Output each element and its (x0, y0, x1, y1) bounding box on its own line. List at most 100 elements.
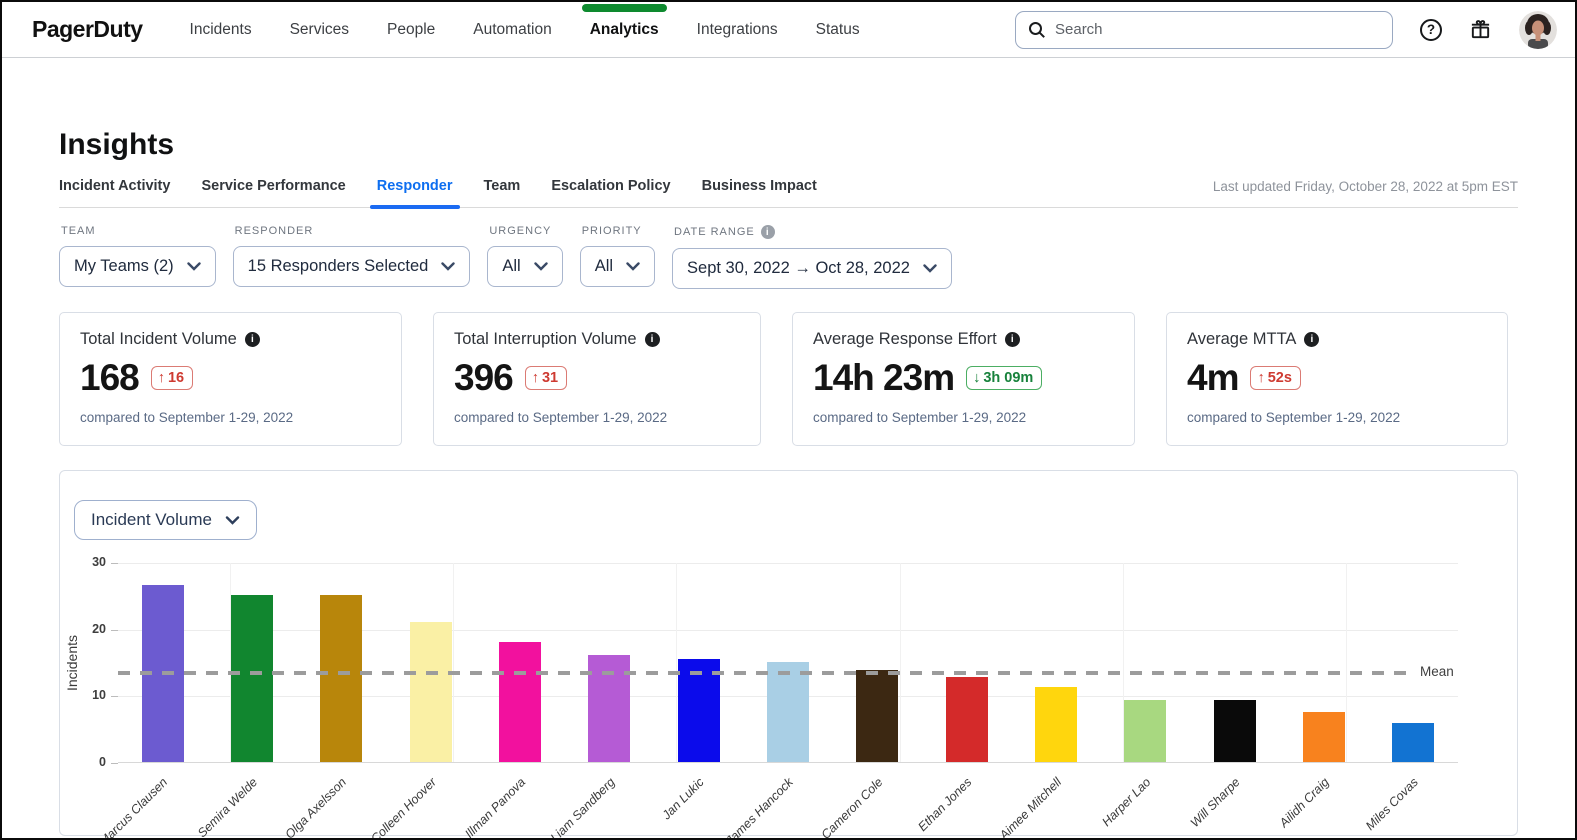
info-icon[interactable]: i (760, 225, 775, 239)
filter-button-team[interactable]: My Teams (2) (59, 246, 216, 287)
delta-badge: ↑ 31 (524, 365, 568, 390)
x-axis-label-cameron-cole: Cameron Cole (818, 775, 886, 840)
chart-bar-james-hancock[interactable] (767, 662, 809, 762)
pagerduty-logo[interactable]: PagerDuty (32, 16, 143, 43)
x-axis-label-semira-welde: Semira Welde (194, 775, 260, 840)
insights-tabs: Incident Activity Service Performance Re… (59, 178, 1518, 209)
chart-bar-ethan-jones[interactable] (945, 677, 988, 762)
filter-group-responder: RESPONDER 15 Responders Selected (232, 225, 471, 289)
delta-value: 3h 09m (983, 369, 1034, 386)
metric-title: Average Response Effort i (813, 330, 1114, 349)
delta-value: 31 (541, 369, 559, 386)
app-window: PagerDuty Incidents Services People Auto… (0, 0, 1577, 840)
chart-bar-ailidh-craig[interactable] (1303, 712, 1345, 762)
filter-button-urgency[interactable]: All (487, 246, 563, 287)
x-axis-label-ailidh-craig: Ailidh Craig (1276, 775, 1332, 831)
delta-badge: ↑ 52s (1250, 365, 1301, 390)
delta-badge: ↑ 16 (150, 365, 194, 390)
chart-bar-harper-lao[interactable] (1124, 700, 1167, 762)
y-axis-tick-label: 20 (92, 621, 106, 636)
filter-button-date-range[interactable]: Sept 30, 2022 → Oct 28, 2022 (672, 248, 952, 289)
x-axis-label-marcus-clausen: Marcus Clausen (96, 775, 171, 840)
x-axis-label-james-hancock: James Hancock (723, 775, 796, 840)
x-axis-label-jan-lukic: Jan Lukic (659, 775, 707, 823)
comparison-note: compared to September 1-29, 2022 (1187, 410, 1401, 425)
chart-bar-aimee-mitchell[interactable] (1035, 687, 1077, 762)
chart-bar-olga-axelsson[interactable] (320, 595, 363, 762)
nav-item-services[interactable]: Services (271, 2, 368, 58)
comparison-note: compared to September 1-29, 2022 (80, 410, 294, 425)
chevron-down-icon (533, 262, 548, 271)
info-icon[interactable]: i (1304, 332, 1320, 347)
chevron-down-icon (626, 262, 640, 271)
gift-icon[interactable] (1469, 18, 1492, 41)
tab-service-performance[interactable]: Service Performance (201, 178, 345, 194)
info-icon[interactable]: i (244, 332, 260, 347)
filter-button-priority[interactable]: All (579, 246, 656, 287)
search-input[interactable] (1055, 21, 1380, 38)
metric-value: 14h 23m (813, 357, 955, 398)
gridline-vertical (1346, 563, 1348, 762)
x-axis-label-colleen-hoover: Colleen Hoover (367, 775, 439, 840)
search-box[interactable] (1015, 10, 1393, 49)
x-axis-label-ethan-jones: Ethan Jones (915, 775, 975, 835)
page-title: Insights (59, 128, 175, 161)
chart-bar-will-sharpe[interactable] (1213, 700, 1256, 762)
tab-team[interactable]: Team (484, 178, 521, 194)
nav-item-people[interactable]: People (368, 2, 454, 58)
filter-label: PRIORITY (581, 225, 642, 237)
filter-button-responder[interactable]: 15 Responders Selected (232, 246, 471, 287)
delta-value: 16 (167, 369, 185, 386)
chart-bar-semira-welde[interactable] (231, 595, 273, 762)
comparison-note: compared to September 1-29, 2022 (813, 410, 1027, 425)
delta-badge: ↓ 3h 09m (966, 365, 1043, 390)
main-content: Insights Incident Activity Service Perfo… (2, 128, 1575, 838)
nav-item-automation[interactable]: Automation (454, 2, 570, 58)
metric-cards: Total Incident Volume i 168 ↑ 16 compare… (59, 312, 1518, 446)
x-axis-label-illman-panova: Illman Panova (461, 775, 528, 840)
mean-line (118, 671, 1410, 675)
y-axis-tick-label: 30 (92, 555, 106, 569)
metric-card-total-incident-volume: Total Incident Volume i 168 ↑ 16 compare… (59, 312, 402, 446)
gridline-vertical (453, 563, 454, 762)
info-icon[interactable]: i (1004, 332, 1020, 347)
filter-bar: TEAM My Teams (2) RESPONDER 15 Responder… (59, 225, 1518, 289)
metric-value: 396 (454, 357, 514, 398)
nav-item-status[interactable]: Status (797, 2, 879, 58)
nav-right-cluster: ? (1015, 10, 1557, 49)
tab-responder[interactable]: Responder (369, 178, 460, 209)
top-navigation: PagerDuty Incidents Services People Auto… (2, 2, 1575, 58)
y-axis-tickmark (111, 696, 118, 698)
comparison-note: compared to September 1-29, 2022 (454, 410, 668, 425)
y-axis-tickmark (111, 563, 118, 564)
last-updated-text: Last updated Friday, October 28, 2022 at… (1212, 179, 1518, 194)
y-axis-tickmark (111, 629, 118, 631)
y-axis-tickmark (111, 763, 118, 764)
chart-metric-selector[interactable]: Incident Volume (74, 500, 257, 540)
info-icon[interactable]: i (644, 332, 660, 347)
y-axis-title: Incidents (64, 634, 80, 691)
user-avatar[interactable] (1519, 10, 1557, 49)
metric-value: 168 (80, 357, 140, 398)
chart-bar-colleen-hoover[interactable] (409, 622, 452, 762)
filter-label: RESPONDER (234, 225, 314, 237)
nav-item-integrations[interactable]: Integrations (678, 2, 797, 58)
chart-bar-illman-panova[interactable] (499, 642, 541, 762)
chart-bar-miles-covas[interactable] (1392, 723, 1435, 762)
nav-item-incidents[interactable]: Incidents (171, 2, 271, 58)
chevron-down-icon (225, 515, 240, 525)
x-axis-label-olga-axelsson: Olga Axelsson (282, 775, 350, 840)
chart-bar-cameron-cole[interactable] (856, 670, 899, 762)
gridline-vertical (899, 563, 901, 762)
help-icon[interactable]: ? (1420, 18, 1442, 41)
trend-arrow-icon: ↑ (1257, 369, 1265, 386)
filter-group-date-range: DATE RANGE i Sept 30, 2022 → Oct 28, 202… (672, 225, 952, 289)
chevron-down-icon (923, 264, 937, 273)
metric-card-average-mtta: Average MTTA i 4m ↑ 52s compared to Sept… (1166, 312, 1508, 446)
bar-chart-plot: 0 10 20 30 Marcus Clausen Semira Welde Olga Ax… (64, 555, 1458, 838)
metric-title: Total Incident Volume i (80, 330, 381, 349)
tab-business-impact[interactable]: Business Impact (702, 178, 817, 194)
tab-incident-activity[interactable]: Incident Activity (59, 178, 170, 194)
nav-item-analytics[interactable]: Analytics (571, 2, 678, 58)
tab-escalation-policy[interactable]: Escalation Policy (551, 178, 670, 194)
